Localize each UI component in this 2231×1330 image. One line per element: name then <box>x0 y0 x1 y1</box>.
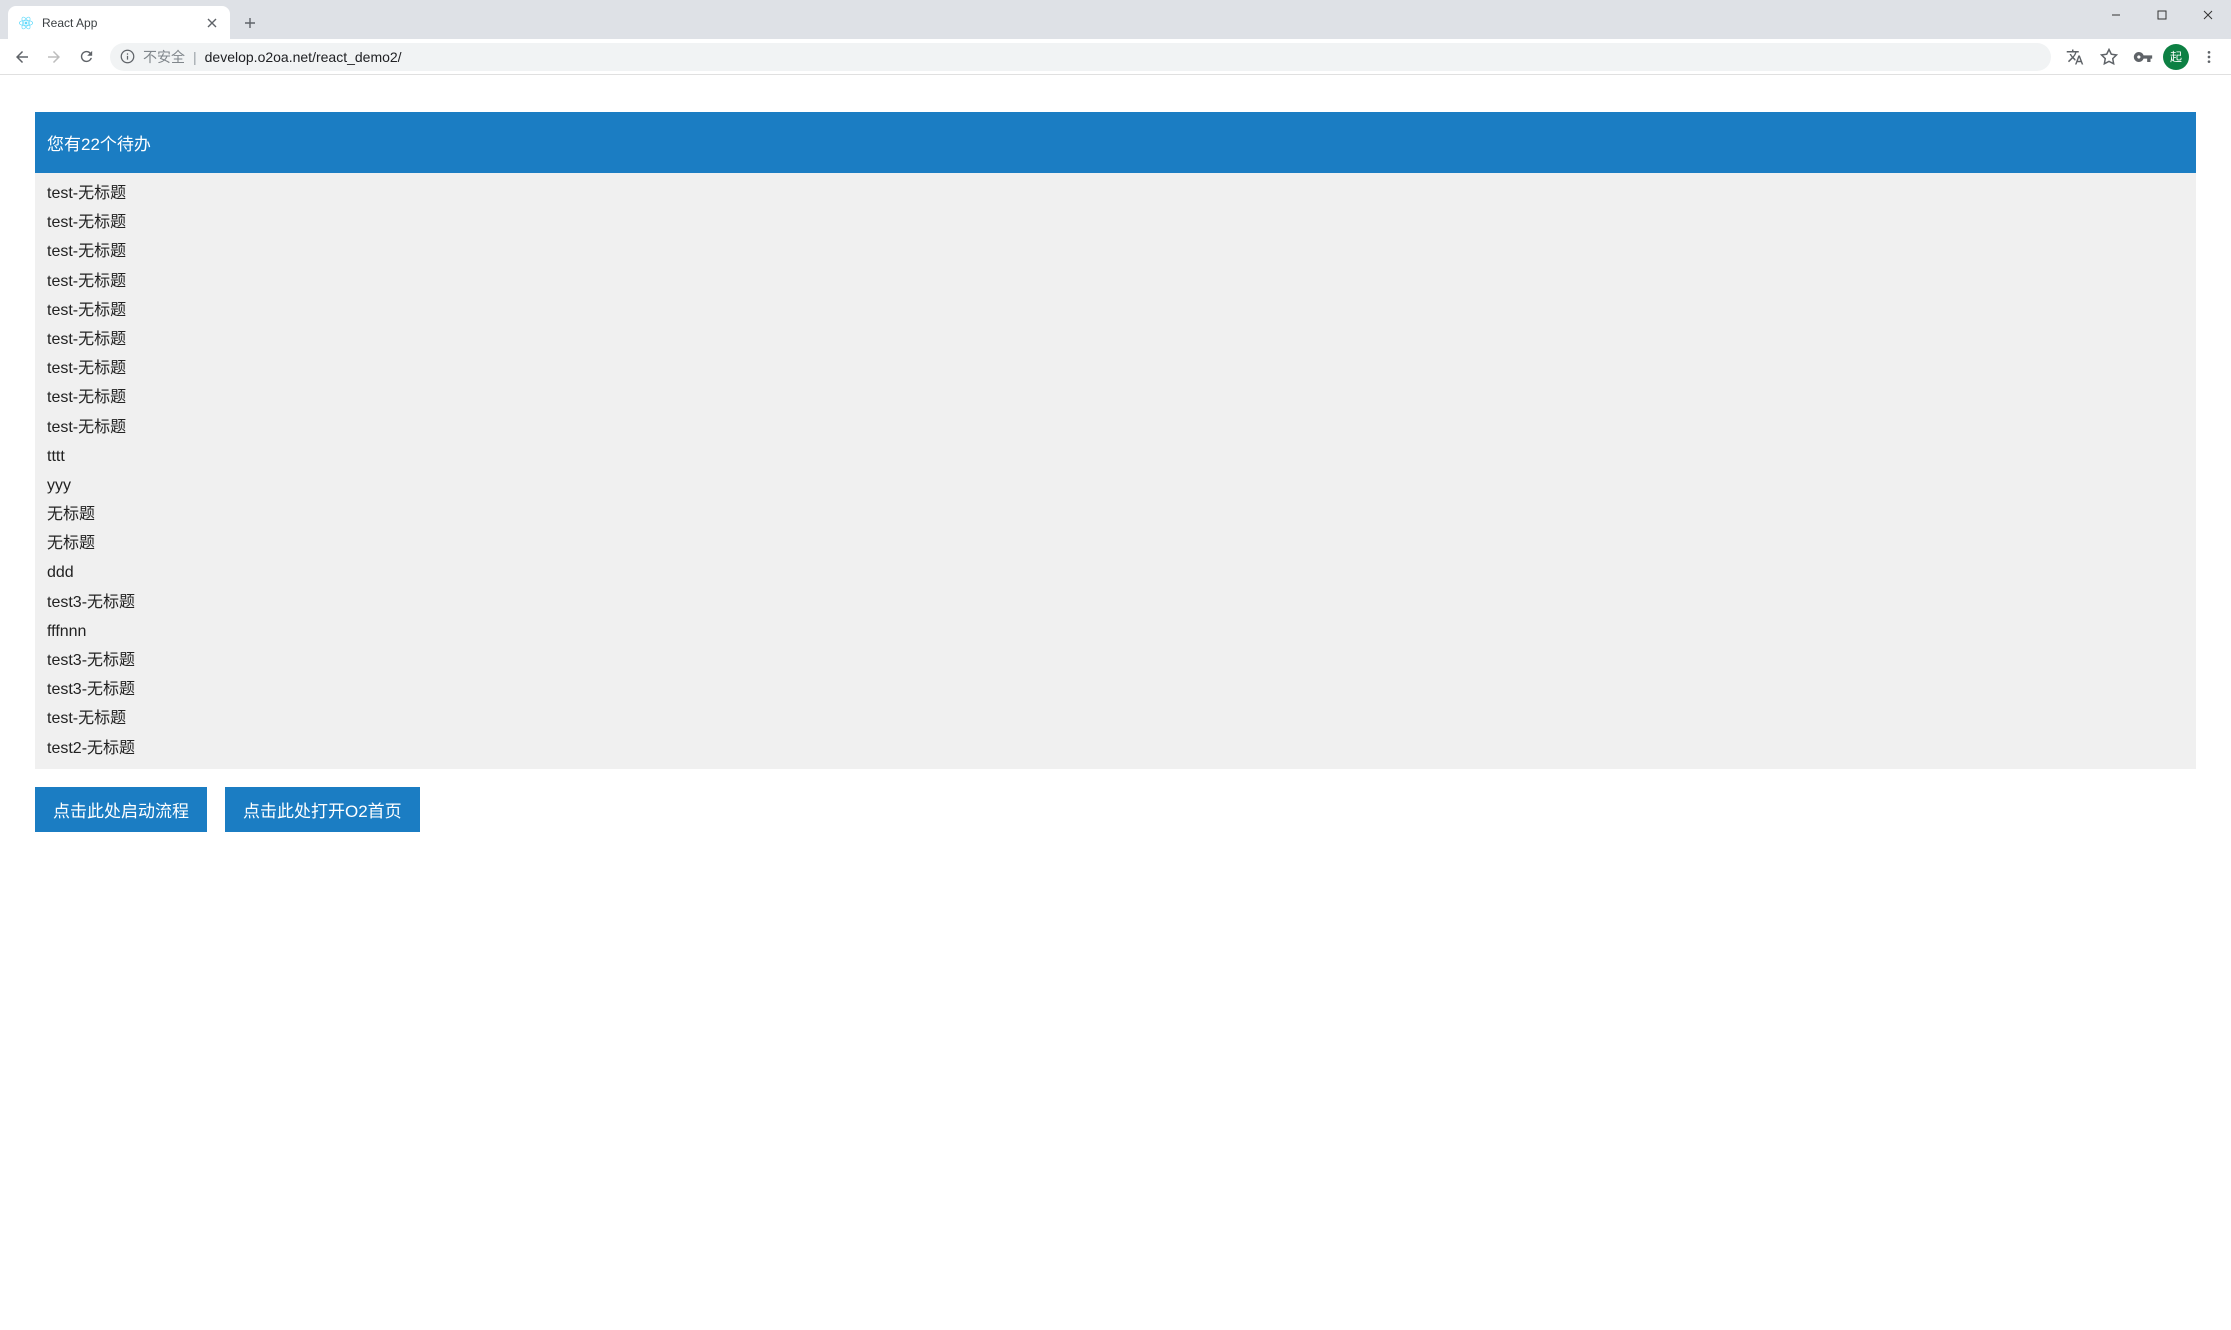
browser-chrome: React App <box>0 0 2231 75</box>
task-item[interactable]: 无标题 <box>35 500 2196 529</box>
task-item[interactable]: test-无标题 <box>35 704 2196 733</box>
open-o2-home-button[interactable]: 点击此处打开O2首页 <box>225 787 420 832</box>
key-icon[interactable] <box>2129 43 2157 71</box>
avatar-initial: 起 <box>2170 48 2182 65</box>
insecure-label: 不安全 <box>143 47 185 67</box>
window-controls <box>2093 0 2231 30</box>
toolbar-right: 起 <box>2061 43 2223 71</box>
task-item[interactable]: test-无标题 <box>35 413 2196 442</box>
translate-icon[interactable] <box>2061 43 2089 71</box>
task-item[interactable]: ddd <box>35 558 2196 587</box>
task-item[interactable]: test-无标题 <box>35 325 2196 354</box>
task-item[interactable]: fffnnn <box>35 617 2196 646</box>
task-item[interactable]: test3-无标题 <box>35 588 2196 617</box>
address-separator: | <box>193 49 197 65</box>
react-favicon-icon <box>18 15 34 31</box>
task-item[interactable]: test-无标题 <box>35 383 2196 412</box>
star-icon[interactable] <box>2095 43 2123 71</box>
action-bar: 点击此处启动流程 点击此处打开O2首页 <box>35 787 2196 832</box>
maximize-button[interactable] <box>2139 0 2185 30</box>
task-item[interactable]: test-无标题 <box>35 267 2196 296</box>
task-item[interactable]: yyy <box>35 471 2196 500</box>
url-text: develop.o2oa.net/react_demo2/ <box>205 49 2041 65</box>
content-block: 您有22个待办 test-无标题test-无标题test-无标题test-无标题… <box>35 112 2196 769</box>
forward-button[interactable] <box>40 43 68 71</box>
task-item[interactable]: tttt <box>35 442 2196 471</box>
task-item[interactable]: test-无标题 <box>35 208 2196 237</box>
close-window-button[interactable] <box>2185 0 2231 30</box>
tab-title: React App <box>42 16 196 30</box>
back-button[interactable] <box>8 43 36 71</box>
close-tab-icon[interactable] <box>204 15 220 31</box>
minimize-button[interactable] <box>2093 0 2139 30</box>
task-item[interactable]: test3-无标题 <box>35 646 2196 675</box>
info-icon <box>120 49 135 64</box>
browser-toolbar: 不安全 | develop.o2oa.net/react_demo2/ 起 <box>0 39 2231 75</box>
profile-avatar[interactable]: 起 <box>2163 44 2189 70</box>
browser-tab[interactable]: React App <box>8 6 230 39</box>
task-item[interactable]: test2-无标题 <box>35 734 2196 763</box>
task-item[interactable]: test-无标题 <box>35 179 2196 208</box>
task-list: test-无标题test-无标题test-无标题test-无标题test-无标题… <box>35 173 2196 769</box>
start-process-button[interactable]: 点击此处启动流程 <box>35 787 207 832</box>
new-tab-button[interactable] <box>236 9 264 37</box>
task-item[interactable]: test-无标题 <box>35 296 2196 325</box>
banner: 您有22个待办 <box>35 112 2196 173</box>
task-item[interactable]: test-无标题 <box>35 237 2196 266</box>
task-item[interactable]: 无标题 <box>35 529 2196 558</box>
menu-icon[interactable] <box>2195 43 2223 71</box>
banner-title: 您有22个待办 <box>47 135 151 154</box>
task-item[interactable]: test3-无标题 <box>35 675 2196 704</box>
tab-bar: React App <box>0 0 2231 39</box>
task-item[interactable]: test-无标题 <box>35 354 2196 383</box>
reload-button[interactable] <box>72 43 100 71</box>
address-bar[interactable]: 不安全 | develop.o2oa.net/react_demo2/ <box>110 43 2051 71</box>
page-content: 您有22个待办 test-无标题test-无标题test-无标题test-无标题… <box>0 75 2231 862</box>
